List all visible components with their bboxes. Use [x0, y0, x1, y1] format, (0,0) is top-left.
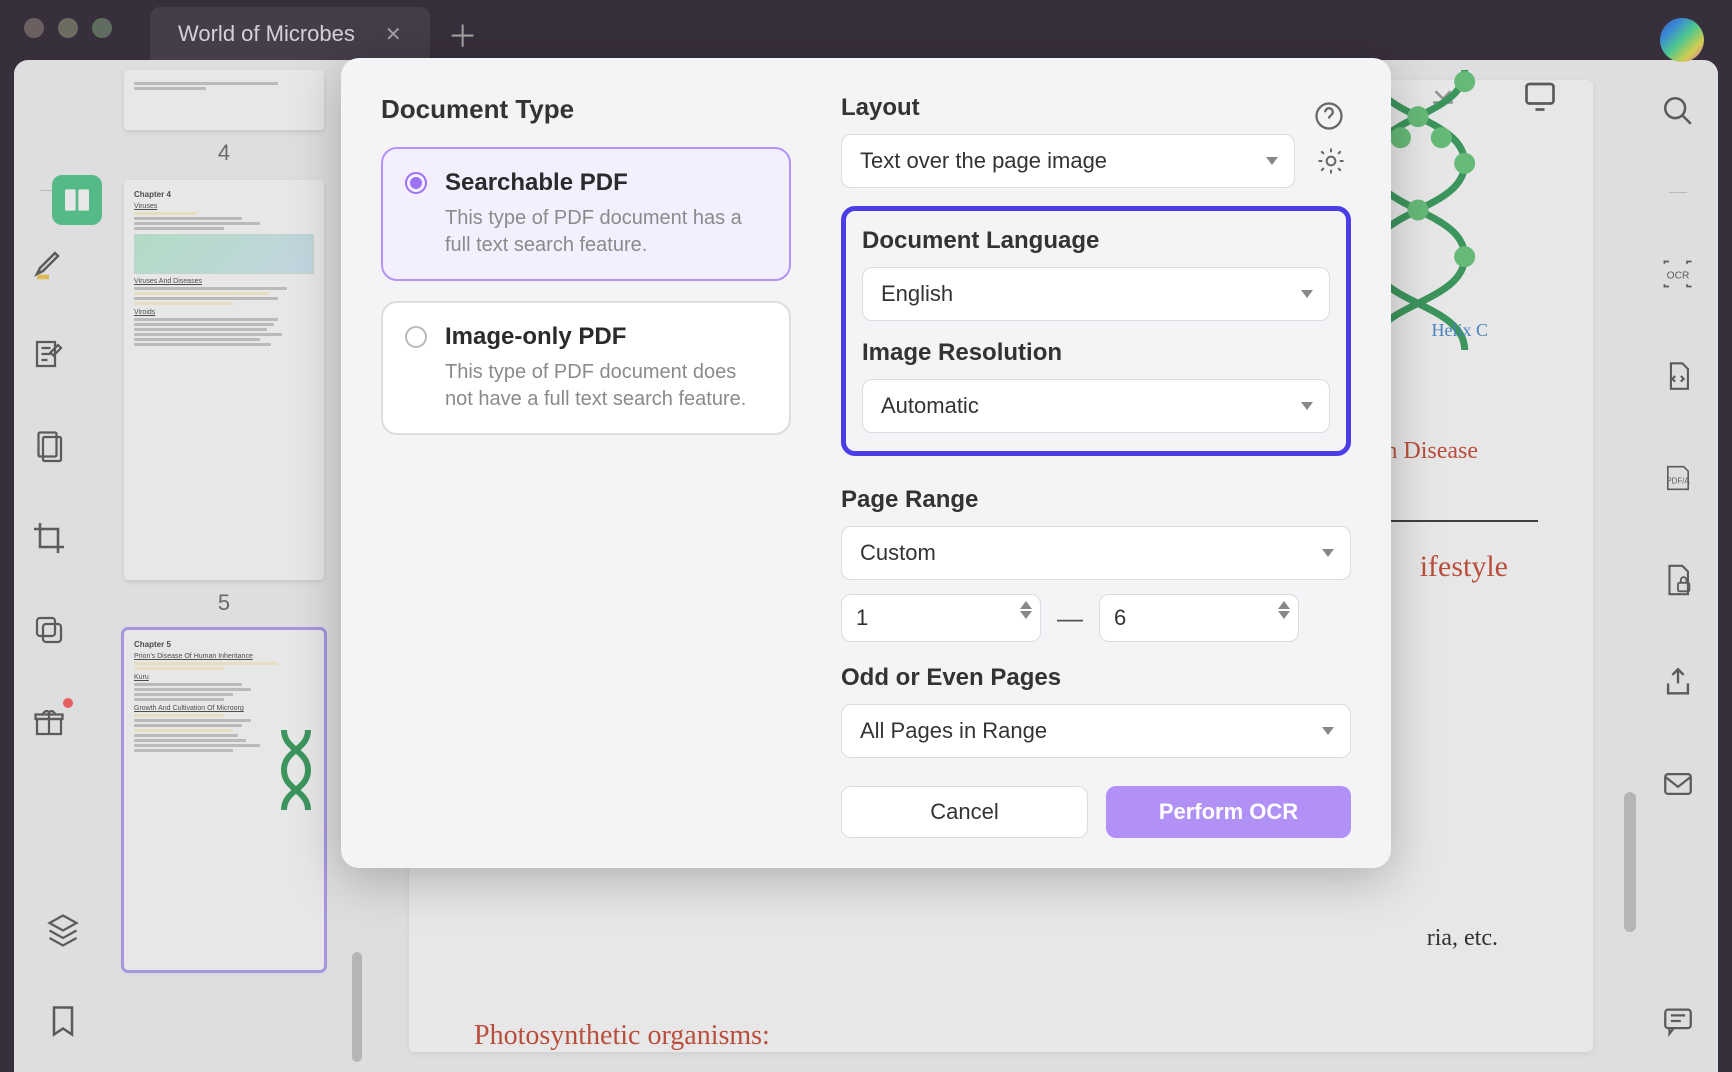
ocr-modal: Document Type Searchable PDF This type o… — [341, 58, 1391, 868]
odd-even-value: All Pages in Range — [860, 718, 1047, 744]
layout-label: Layout — [841, 94, 1351, 122]
section-document-type: Document Type — [381, 94, 791, 125]
page-range-select[interactable]: Custom — [841, 526, 1351, 580]
page-to-input[interactable]: 6 — [1099, 594, 1299, 642]
radio-icon — [405, 326, 427, 348]
option-title: Searchable PDF — [445, 169, 767, 197]
page-to-value: 6 — [1114, 605, 1126, 631]
resolution-select[interactable]: Automatic — [862, 379, 1330, 433]
option-description: This type of PDF document does not have … — [445, 359, 767, 413]
option-image-only-pdf[interactable]: Image-only PDF This type of PDF document… — [381, 301, 791, 435]
language-select[interactable]: English — [862, 267, 1330, 321]
odd-even-select[interactable]: All Pages in Range — [841, 704, 1351, 758]
help-icon — [1314, 101, 1344, 131]
range-dash: — — [1057, 603, 1083, 634]
odd-even-label: Odd or Even Pages — [841, 664, 1351, 692]
page-from-input[interactable]: 1 — [841, 594, 1041, 642]
layout-value: Text over the page image — [860, 148, 1107, 174]
page-range-label: Page Range — [841, 486, 1351, 514]
layout-settings-button[interactable] — [1311, 141, 1351, 181]
option-description: This type of PDF document has a full tex… — [445, 205, 767, 259]
cancel-button[interactable]: Cancel — [841, 786, 1088, 838]
option-title: Image-only PDF — [445, 323, 767, 351]
language-label: Document Language — [862, 227, 1330, 255]
perform-label: Perform OCR — [1159, 799, 1298, 825]
layout-select[interactable]: Text over the page image — [841, 134, 1295, 188]
stepper-down-icon[interactable] — [1020, 611, 1032, 619]
radio-icon — [405, 172, 427, 194]
resolution-label: Image Resolution — [862, 339, 1330, 367]
gear-icon — [1316, 146, 1346, 176]
highlighted-settings-group: Document Language English Image Resoluti… — [841, 206, 1351, 456]
perform-ocr-button[interactable]: Perform OCR — [1106, 786, 1351, 838]
language-value: English — [881, 281, 953, 307]
stepper-up-icon[interactable] — [1020, 601, 1032, 609]
help-button[interactable] — [1309, 96, 1349, 136]
stepper-up-icon[interactable] — [1278, 601, 1290, 609]
cancel-label: Cancel — [930, 799, 998, 825]
resolution-value: Automatic — [881, 393, 979, 419]
option-searchable-pdf[interactable]: Searchable PDF This type of PDF document… — [381, 147, 791, 281]
page-range-value: Custom — [860, 540, 936, 566]
page-from-value: 1 — [856, 605, 868, 631]
stepper-down-icon[interactable] — [1278, 611, 1290, 619]
